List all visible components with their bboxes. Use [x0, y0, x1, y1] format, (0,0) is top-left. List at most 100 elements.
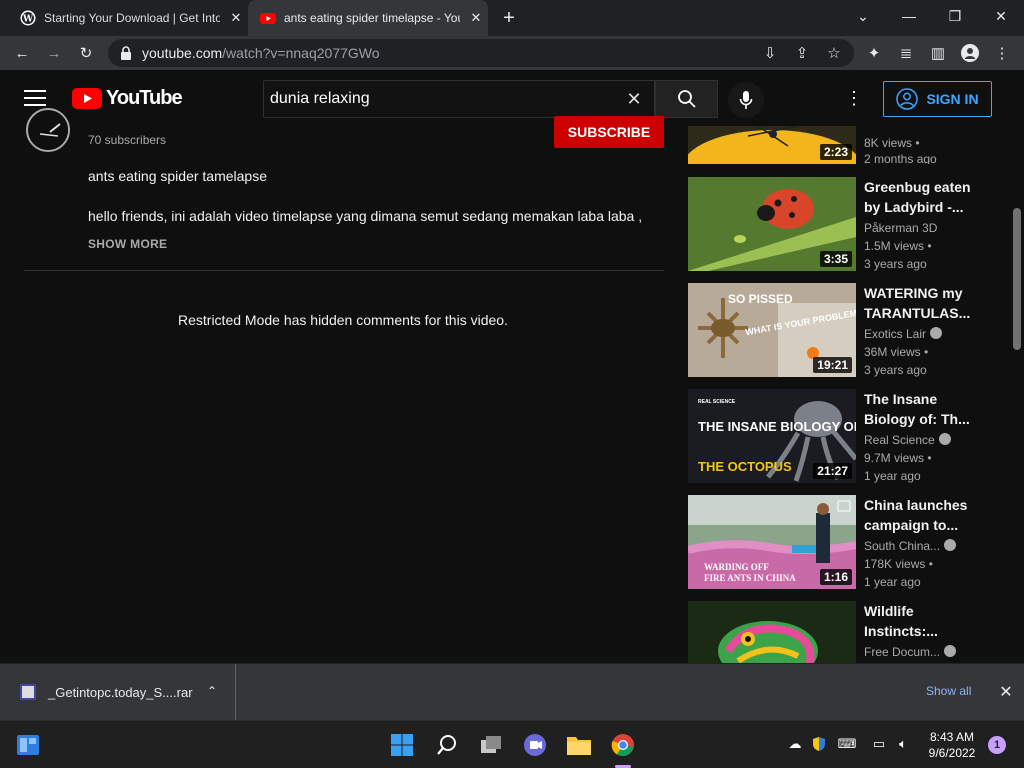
wordpress-icon: W: [20, 10, 36, 26]
view-count: 9.7M views •: [864, 451, 932, 465]
volume-icon[interactable]: 🔈︎: [894, 735, 912, 753]
tab-youtube-video[interactable]: ants eating spider timelapse - You ✕: [248, 0, 488, 36]
youtube-play-icon: [72, 87, 102, 109]
start-menu-icon[interactable]: [388, 731, 416, 759]
download-item[interactable]: _Getintopc.today_S....rar ⌃: [0, 664, 236, 721]
close-window-icon[interactable]: ✕: [978, 0, 1024, 32]
channel-name[interactable]: South China...: [864, 539, 957, 553]
archive-file-icon: [20, 684, 36, 700]
task-view-icon[interactable]: [477, 731, 505, 759]
clear-search-icon[interactable]: ✕: [624, 89, 644, 109]
verified-icon: [944, 539, 957, 551]
reload-icon[interactable]: ↻: [74, 41, 98, 65]
tab-search-icon[interactable]: ⌄: [840, 0, 886, 32]
system-clock[interactable]: 8:43 AM 9/6/2022: [924, 729, 980, 761]
channel-name[interactable]: Påkerman 3D: [864, 221, 937, 235]
view-count: 8K views •: [864, 136, 920, 150]
download-filename: _Getintopc.today_S....rar: [48, 685, 193, 700]
search-icon[interactable]: [433, 731, 461, 759]
chrome-icon[interactable]: [609, 731, 637, 759]
sign-in-button[interactable]: SIGN IN: [883, 81, 992, 117]
hamburger-menu-icon[interactable]: [24, 88, 48, 108]
thumbnail-caption: WARDING OFF: [704, 562, 769, 572]
search-button[interactable]: [655, 80, 718, 118]
video-duration: 21:27: [813, 463, 852, 479]
chrome-menu-icon[interactable]: ⋮: [990, 41, 1014, 65]
video-thumbnail[interactable]: 2:23: [688, 126, 856, 164]
install-app-icon[interactable]: ⇩: [758, 41, 782, 65]
subscribe-button[interactable]: SUBSCRIBE: [554, 116, 664, 148]
youtube-wordmark: YouTube: [106, 86, 183, 109]
voice-search-button[interactable]: [728, 82, 764, 118]
recommended-video[interactable]: 3:35 Greenbug eaten by Ladybird -... Påk…: [688, 177, 988, 271]
video-thumbnail[interactable]: WARDING OFF FIRE ANTS IN CHINA 1:16: [688, 495, 856, 589]
show-more-button[interactable]: SHOW MORE: [88, 237, 167, 251]
new-tab-icon[interactable]: +: [498, 7, 520, 29]
youtube-header: YouTube ✕ ⋮ SIGN IN: [0, 70, 1024, 126]
recommended-video[interactable]: 2:23 8K views • 2 months ago: [688, 126, 988, 164]
description-text: hello friends, ini adalah video timelaps…: [88, 208, 643, 224]
video-title[interactable]: Wildlife Instincts:...: [864, 601, 976, 641]
widgets-icon[interactable]: [14, 731, 42, 759]
video-thumbnail[interactable]: REAL SCIENCE THE INSANE BIOLOGY OF: THE OC…: [688, 389, 856, 483]
minimize-icon[interactable]: —: [886, 0, 932, 32]
video-thumbnail[interactable]: SO PISSEDWHAT IS YOUR PROBLEM ???? 19:21: [688, 283, 856, 377]
youtube-logo[interactable]: YouTube: [72, 86, 183, 110]
channel-avatar[interactable]: [26, 108, 70, 152]
recommended-video[interactable]: Wildlife Instincts:... Free Docum...: [688, 601, 988, 663]
media-controls-icon[interactable]: ≣: [894, 41, 918, 65]
video-duration: 3:35: [819, 251, 852, 267]
cloud-offline-icon[interactable]: ☁: [786, 735, 804, 753]
verified-icon: [930, 327, 943, 339]
scrollbar-thumb[interactable]: [1013, 208, 1021, 350]
network-icon[interactable]: ▭: [870, 735, 888, 753]
tab-title: Starting Your Download | Get Into: [44, 11, 220, 25]
recommended-video[interactable]: WARDING OFF FIRE ANTS IN CHINA 1:16 China…: [688, 495, 988, 589]
channel-name[interactable]: Exotics Lair: [864, 327, 943, 341]
channel-name[interactable]: Real Science: [864, 433, 951, 447]
share-icon[interactable]: ⇪: [790, 41, 814, 65]
profile-icon[interactable]: [958, 41, 982, 65]
bookmark-star-icon[interactable]: ☆: [822, 41, 846, 65]
back-icon[interactable]: ←: [10, 41, 34, 65]
restore-icon[interactable]: ❐: [932, 0, 978, 32]
video-thumbnail[interactable]: [688, 601, 856, 663]
tab-get-into-pc[interactable]: W Starting Your Download | Get Into ✕: [8, 0, 246, 36]
video-title[interactable]: WATERING my TARANTULAS...: [864, 283, 976, 323]
sign-in-label: SIGN IN: [926, 91, 979, 107]
clock-time: 8:43 AM: [929, 730, 975, 744]
close-download-bar-icon[interactable]: ✕: [996, 682, 1016, 702]
restricted-mode-notice: Restricted Mode has hidden comments for …: [178, 312, 508, 328]
address-bar[interactable]: youtube.com/watch?v=nnaq2077GWo ⇩ ⇪ ☆: [108, 39, 854, 67]
video-title[interactable]: China launches campaign to...: [864, 495, 976, 535]
search-box: ✕: [263, 80, 655, 118]
forward-icon[interactable]: →: [42, 41, 66, 65]
teams-chat-icon[interactable]: [521, 731, 549, 759]
close-tab-icon[interactable]: ✕: [228, 10, 244, 26]
settings-more-icon[interactable]: ⋮: [842, 86, 866, 110]
file-explorer-icon[interactable]: [565, 731, 593, 759]
show-all-downloads-link[interactable]: Show all: [926, 684, 971, 698]
upload-age: 2 months ago: [864, 152, 937, 164]
windows-taskbar: ☁ ⌨ ▭ 🔈︎ 8:43 AM 9/6/2022 1: [0, 720, 1024, 768]
side-panel-icon[interactable]: ▥: [926, 41, 950, 65]
recommended-video[interactable]: REAL SCIENCE THE INSANE BIOLOGY OF: THE OC…: [688, 389, 988, 483]
defender-shield-icon[interactable]: [810, 735, 828, 753]
clock-date: 9/6/2022: [928, 746, 976, 760]
video-duration: 19:21: [813, 357, 852, 373]
video-title[interactable]: The Insane Biology of: Th...: [864, 389, 976, 429]
video-title[interactable]: Greenbug eaten by Ladybird -...: [864, 177, 976, 217]
video-thumbnail[interactable]: 3:35: [688, 177, 856, 271]
keyboard-icon[interactable]: ⌨: [838, 735, 857, 753]
notification-badge[interactable]: 1: [988, 736, 1006, 754]
extensions-icon[interactable]: ✦: [862, 41, 886, 65]
thumbnail-caption: REAL SCIENCE: [698, 399, 736, 405]
search-input[interactable]: [270, 87, 620, 111]
page-scrollbar[interactable]: [1012, 126, 1022, 663]
channel-name[interactable]: Free Docum...: [864, 645, 957, 659]
recommended-video[interactable]: SO PISSEDWHAT IS YOUR PROBLEM ???? 19:21…: [688, 283, 988, 377]
close-tab-icon[interactable]: ✕: [468, 10, 484, 26]
chevron-up-icon[interactable]: ⌃: [204, 683, 220, 699]
thumbnail-caption: THE INSANE BIOLOGY OF:: [698, 419, 856, 434]
view-count: 178K views •: [864, 557, 933, 571]
